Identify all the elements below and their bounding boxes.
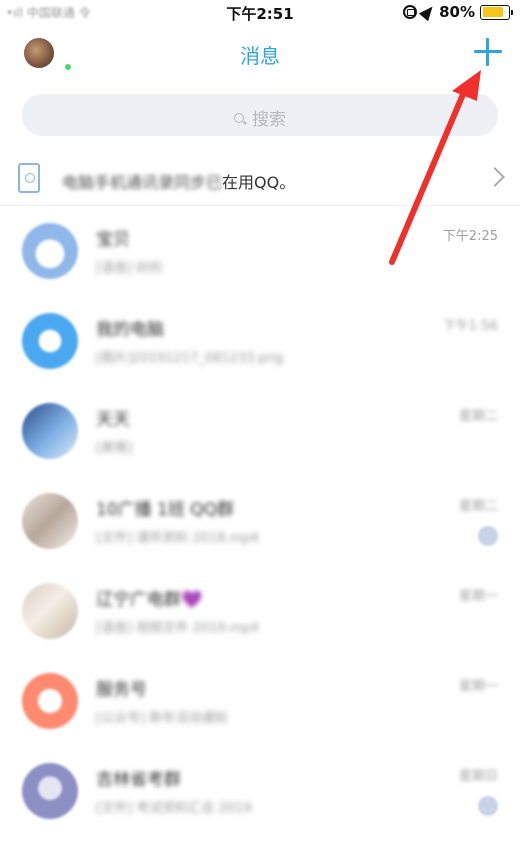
banner-text: 电脑手机通讯录同步已在用QQ。 bbox=[62, 169, 295, 193]
search-placeholder: 搜索 bbox=[252, 110, 286, 130]
conversation-avatar[interactable] bbox=[22, 313, 78, 369]
conversation-time: 下午2:25 bbox=[442, 229, 498, 244]
phone-contacts-icon bbox=[18, 163, 40, 193]
conversation-time: 下午1:56 bbox=[442, 319, 498, 334]
conversation-preview: [语音] 视频文件 2019.mp4 bbox=[96, 621, 259, 636]
nav-bar: 消息 bbox=[0, 28, 520, 86]
conversation-time: 星期二 bbox=[458, 409, 498, 424]
chevron-right-icon[interactable] bbox=[485, 167, 505, 187]
conversation-time: 星期日 bbox=[458, 769, 498, 784]
search-icon bbox=[234, 113, 244, 123]
search-placeholder-wrap: 搜索 bbox=[22, 105, 498, 130]
conversation-row[interactable]: 宝贝 [语音] 好的 下午2:25 bbox=[0, 208, 520, 298]
conversation-name: 辽宁广电群💜 bbox=[96, 590, 203, 610]
page-title: 消息 bbox=[240, 44, 280, 68]
mute-icon bbox=[478, 526, 498, 546]
conversation-row[interactable]: 服务号 [公众号] 新年活动通知 星期一 bbox=[0, 658, 520, 748]
conversation-avatar[interactable] bbox=[22, 673, 78, 729]
conversation-name: 宝贝 bbox=[96, 230, 130, 250]
location-arrow-icon bbox=[418, 2, 438, 22]
conversation-preview: [语音] 好的 bbox=[96, 261, 163, 276]
battery-level-fill bbox=[482, 7, 503, 17]
search-bar[interactable]: 搜索 bbox=[22, 94, 498, 136]
conversation-avatar[interactable] bbox=[22, 223, 78, 279]
conversation-preview: [公众号] 新年活动通知 bbox=[96, 711, 228, 726]
conversation-name: 吉林省考群 bbox=[96, 770, 181, 790]
conversation-preview: [表情] bbox=[96, 441, 133, 456]
conversation-preview: [文件] 课件资料 2018.mp4 bbox=[96, 531, 259, 546]
conversation-name: 我的电脑 bbox=[96, 320, 164, 340]
conversation-preview: [图片]20191217_081233.png bbox=[96, 351, 284, 366]
banner-visible-text: 在用QQ。 bbox=[222, 173, 296, 192]
conversation-row[interactable]: 辽宁广电群💜 [语音] 视频文件 2019.mp4 星期一 bbox=[0, 568, 520, 658]
conversation-preview: [文件] 考试资料汇总 2019 bbox=[96, 801, 252, 816]
conversation-time: 星期二 bbox=[458, 499, 498, 514]
battery-percent: 80% bbox=[439, 3, 475, 21]
conversation-name: 天天 bbox=[96, 410, 130, 430]
contacts-banner[interactable]: 电脑手机通讯录同步已在用QQ。 bbox=[0, 152, 520, 206]
conversation-time: 星期一 bbox=[458, 679, 498, 694]
mute-icon bbox=[478, 796, 498, 816]
conversation-avatar[interactable] bbox=[22, 493, 78, 549]
rotation-lock-icon bbox=[403, 5, 418, 19]
conversation-row[interactable]: 天天 [表情] 星期二 bbox=[0, 388, 520, 478]
conversation-time: 星期一 bbox=[458, 589, 498, 604]
status-bar: •ıll 中国联通 令 下午2:51 80% bbox=[0, 0, 520, 28]
conversation-row[interactable]: 10广播 1班 QQ群 [文件] 课件资料 2018.mp4 星期二 bbox=[0, 478, 520, 568]
conversation-name: 10广播 1班 QQ群 bbox=[96, 500, 235, 520]
banner-blurred-text: 电脑手机通讯录同步已 bbox=[62, 173, 223, 192]
battery-icon bbox=[480, 4, 513, 20]
conversation-avatar[interactable] bbox=[22, 403, 78, 459]
status-indicators: 80% bbox=[403, 2, 513, 22]
conversation-name: 服务号 bbox=[96, 680, 147, 700]
conversation-avatar[interactable] bbox=[22, 763, 78, 819]
add-plus-button[interactable] bbox=[474, 38, 502, 66]
conversation-row[interactable]: 我的电脑 [图片]20191217_081233.png 下午1:56 bbox=[0, 298, 520, 388]
conversation-avatar[interactable] bbox=[22, 583, 78, 639]
conversation-row[interactable]: 吉林省考群 [文件] 考试资料汇总 2019 星期日 bbox=[0, 748, 520, 838]
